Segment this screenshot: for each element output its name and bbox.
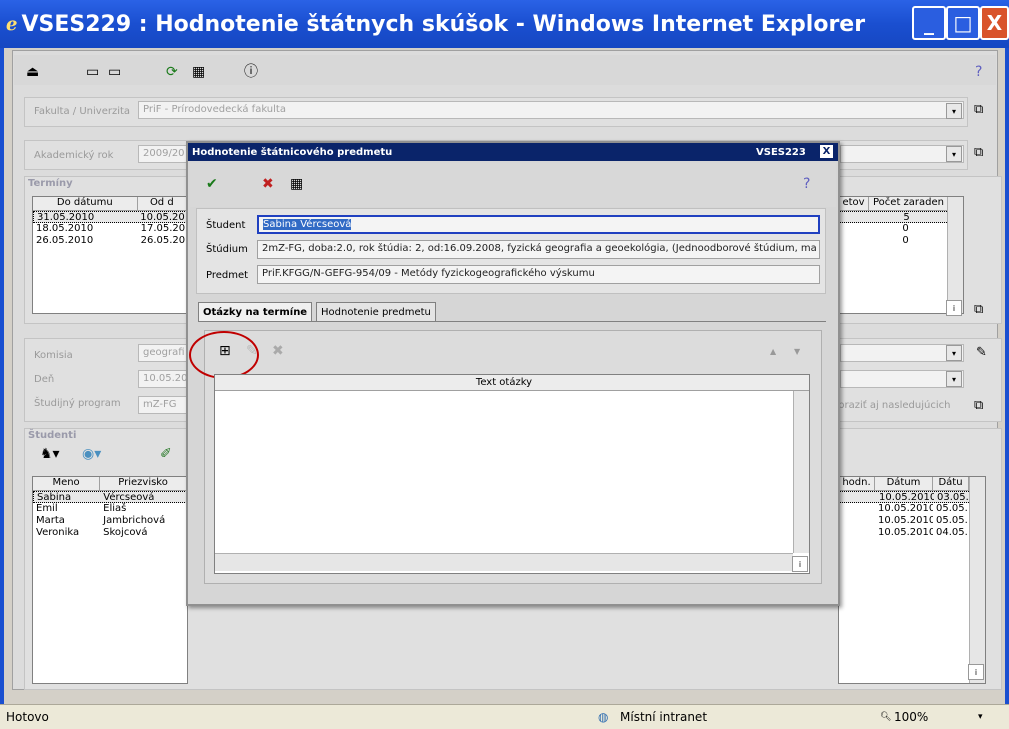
pencil-icon[interactable]: ✎ <box>976 345 987 360</box>
dialog-toolbar <box>190 163 836 207</box>
help-icon[interactable]: ? <box>975 64 982 80</box>
edit-grade-icon[interactable]: ✐ <box>160 446 172 462</box>
table-row[interactable]: 18.05.2010 17.05.20 <box>33 223 187 235</box>
dialog-title-bar: Hodnotenie štátnicového predmetu VSES223… <box>188 143 838 161</box>
year-label: Akademický rok <box>34 150 114 161</box>
table-row[interactable]: 26.05.2010 26.05.20 <box>33 235 187 247</box>
terms-section-title: Termíny <box>28 178 73 189</box>
window-title: VSES229 : Hodnotenie štátnych skúšok - W… <box>21 11 866 37</box>
zoom-dropdown-icon[interactable]: ▾ <box>978 712 983 722</box>
move-down-icon[interactable]: ▼ <box>794 347 800 356</box>
table-row[interactable]: 10.05.2010 05.05. <box>839 503 985 515</box>
dialog-close-button[interactable]: X <box>820 145 833 158</box>
faculty-label: Fakulta / Univerzita <box>34 106 131 117</box>
year-detail-icon[interactable]: ⧉ <box>974 145 983 160</box>
col-question-text[interactable]: Text otázky <box>215 375 793 390</box>
col-from-date[interactable]: Od d <box>138 197 187 210</box>
refresh-icon[interactable]: ⟳ <box>166 64 178 80</box>
table-row[interactable]: 0 <box>839 235 963 247</box>
commission-select[interactable]: geografi <box>138 344 188 362</box>
table-row[interactable]: Sabina Vércseová <box>33 491 187 503</box>
questions-info-button[interactable]: i <box>792 556 808 572</box>
students-grid[interactable]: Meno Priezvisko Sabina Vércseová Emil Eliaš… <box>32 476 188 684</box>
save-icon[interactable]: ▭ <box>86 64 99 80</box>
student-label: Študent <box>206 220 246 231</box>
day-dropdown-icon[interactable]: ▾ <box>946 371 962 387</box>
status-bar: Hotovo ◍ Místní intranet 🔍︎ 100% ▾ <box>0 704 1009 729</box>
status-text: Hotovo <box>6 710 49 724</box>
globe-icon: ◍ <box>598 710 609 724</box>
move-up-icon[interactable]: ▲ <box>770 347 776 356</box>
dialog-help-icon[interactable]: ? <box>803 176 810 192</box>
commission-label: Komisia <box>34 350 73 361</box>
ie-logo-icon: ℯ <box>6 13 18 35</box>
program-label: Študijný program <box>34 398 121 409</box>
dialog-code: VSES223 <box>756 146 806 158</box>
study-label: Štúdium <box>206 244 248 255</box>
security-zone: Místní intranet <box>620 710 708 724</box>
terms-grid[interactable]: Do dátumu Od d 31.05.2010 10.05.20 18.05.2… <box>32 196 188 314</box>
faculty-select[interactable]: PriF - Prírodovedecká fakulta <box>138 101 964 119</box>
terms-scrollbar[interactable] <box>947 197 963 313</box>
info-icon[interactable]: ⓘ <box>244 64 258 80</box>
tab-subject-evaluation[interactable]: Hodnotenie predmetu <box>316 302 436 322</box>
maximize-button[interactable]: □ <box>946 6 980 40</box>
col-to-date[interactable]: Do dátumu <box>33 197 138 210</box>
terms-info-button[interactable]: i <box>946 300 962 316</box>
table-row[interactable]: 10.05.2010 04.05. <box>839 527 985 539</box>
table-row[interactable]: Marta Jambrichová <box>33 515 187 527</box>
close-window-button[interactable]: X <box>980 6 1009 40</box>
subject-field[interactable]: PriF.KFGG/N-GEFG-954/09 - Metódy fyzicko… <box>257 265 820 284</box>
table-row[interactable]: 5 <box>839 211 963 223</box>
delete-question-icon[interactable]: ✖ <box>272 343 284 359</box>
commission-dropdown-icon[interactable]: ▾ <box>946 345 962 361</box>
students-grid-right[interactable]: hodn. Dátum Dátu 10.05.2010 03.05. 10.05.20… <box>838 476 986 684</box>
students-section-title: Študenti <box>28 430 77 441</box>
search-people-icon[interactable]: ◉▾ <box>82 446 101 462</box>
show-next-label: obraziť aj nasledujúcich <box>832 400 951 411</box>
zoom-level[interactable]: 100% <box>894 710 928 724</box>
table-row[interactable]: 10.05.2010 05.05. <box>839 515 985 527</box>
table-row[interactable]: Emil Eliaš <box>33 503 187 515</box>
table-row[interactable]: 31.05.2010 10.05.20 <box>33 211 187 223</box>
person-run-icon[interactable]: ♞▾ <box>40 446 60 462</box>
main-toolbar <box>14 55 996 85</box>
table-row[interactable]: Veronika Škojcová <box>33 527 187 539</box>
questions-hscrollbar[interactable] <box>215 553 793 571</box>
students-scrollbar[interactable] <box>969 477 985 683</box>
save-as-icon[interactable]: ▭ <box>108 64 121 80</box>
col-first-name[interactable]: Meno <box>33 477 101 490</box>
col-last-name[interactable]: Priezvisko <box>100 477 187 490</box>
table-row[interactable]: 0 <box>839 223 963 235</box>
questions-scrollbar[interactable] <box>793 391 809 553</box>
exit-icon[interactable]: ⏏ <box>26 64 39 80</box>
day-field[interactable]: 10.05.20 <box>138 370 188 388</box>
dialog-grid-settings-icon[interactable]: ▦ <box>290 176 303 192</box>
confirm-icon[interactable]: ✔ <box>206 176 218 192</box>
table-row[interactable]: 10.05.2010 03.05. <box>839 491 985 503</box>
dialog-title: Hodnotenie štátnicového predmetu <box>192 146 393 158</box>
day-label: Deň <box>34 374 55 385</box>
year-dropdown-icon[interactable]: ▾ <box>946 146 962 162</box>
terms-grid-right[interactable]: etov Počet zaraden 5 0 0 <box>838 196 964 314</box>
grid-settings-icon[interactable]: ▦ <box>192 64 205 80</box>
faculty-detail-icon[interactable]: ⧉ <box>974 102 983 117</box>
faculty-dropdown-icon[interactable]: ▾ <box>946 103 962 119</box>
highlight-circle <box>189 331 259 379</box>
students-info-button[interactable]: i <box>968 664 984 680</box>
window-title-bar: ℯ VSES229 : Hodnotenie štátnych skúšok -… <box>0 0 1009 48</box>
subject-label: Predmet <box>206 270 249 281</box>
study-field[interactable]: 2mZ-FG, doba:2.0, rok štúdia: 2, od:16.0… <box>257 240 820 259</box>
program-field[interactable]: mZ-FG <box>138 396 188 414</box>
program-detail-icon[interactable]: ⧉ <box>974 398 983 413</box>
minimize-button[interactable]: _ <box>912 6 946 40</box>
student-field[interactable]: Sabina Vércseová <box>257 215 820 234</box>
tab-divider <box>198 321 826 322</box>
questions-grid[interactable]: Text otázky <box>214 374 810 574</box>
cancel-icon[interactable]: ✖ <box>262 176 274 192</box>
terms-detail-icon[interactable]: ⧉ <box>974 302 983 317</box>
tab-questions[interactable]: Otázky na termíne <box>198 302 313 322</box>
zoom-icon[interactable]: 🔍︎ <box>880 712 891 722</box>
